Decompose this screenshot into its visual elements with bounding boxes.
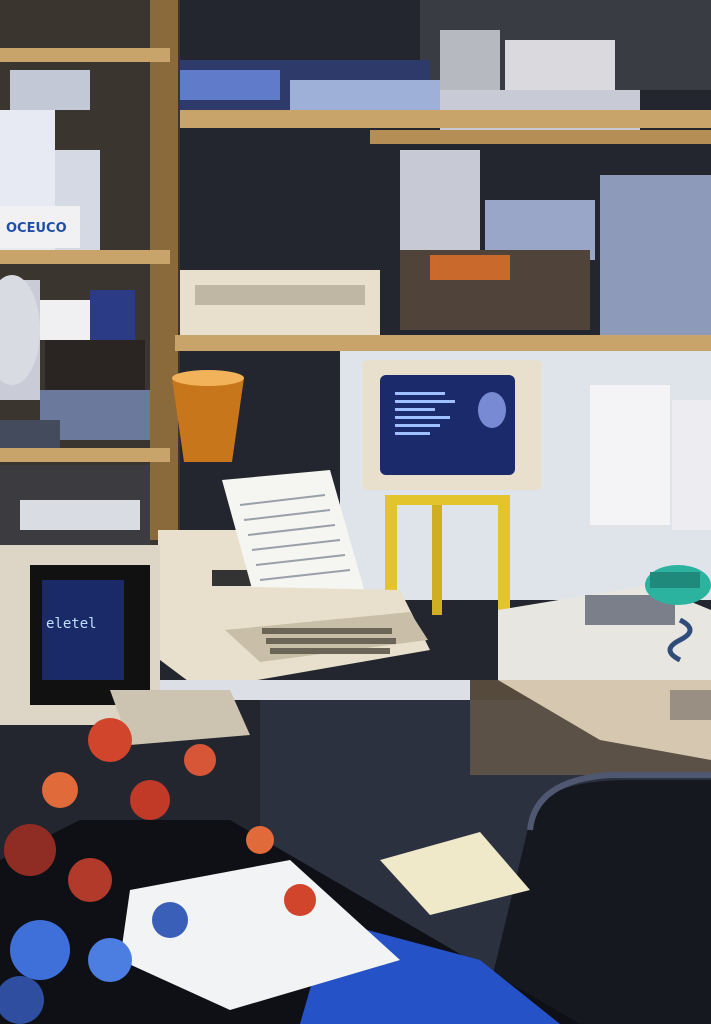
main-monitor <box>362 360 542 490</box>
right-desk-edge <box>470 680 711 775</box>
upper-printer <box>180 270 380 340</box>
left-shelf-2 <box>0 250 170 264</box>
upper-shelf-board <box>370 130 711 144</box>
left-shelf-1 <box>0 48 170 62</box>
left-shelf-3 <box>0 448 170 462</box>
scene: OCEUCO eletel <box>0 0 711 1024</box>
left-bottom-shelf-items <box>0 465 150 545</box>
oceuco-box: OCEUCO <box>0 206 80 248</box>
top-shelf-board <box>120 110 711 128</box>
copper-lamp <box>172 370 244 462</box>
small-monitor-text: eletel <box>46 616 97 632</box>
keyboard-keys <box>262 628 396 654</box>
middle-shelf-board <box>175 335 711 351</box>
oceuco-label: OCEUCO <box>6 221 67 236</box>
pinned-papers <box>590 385 711 530</box>
